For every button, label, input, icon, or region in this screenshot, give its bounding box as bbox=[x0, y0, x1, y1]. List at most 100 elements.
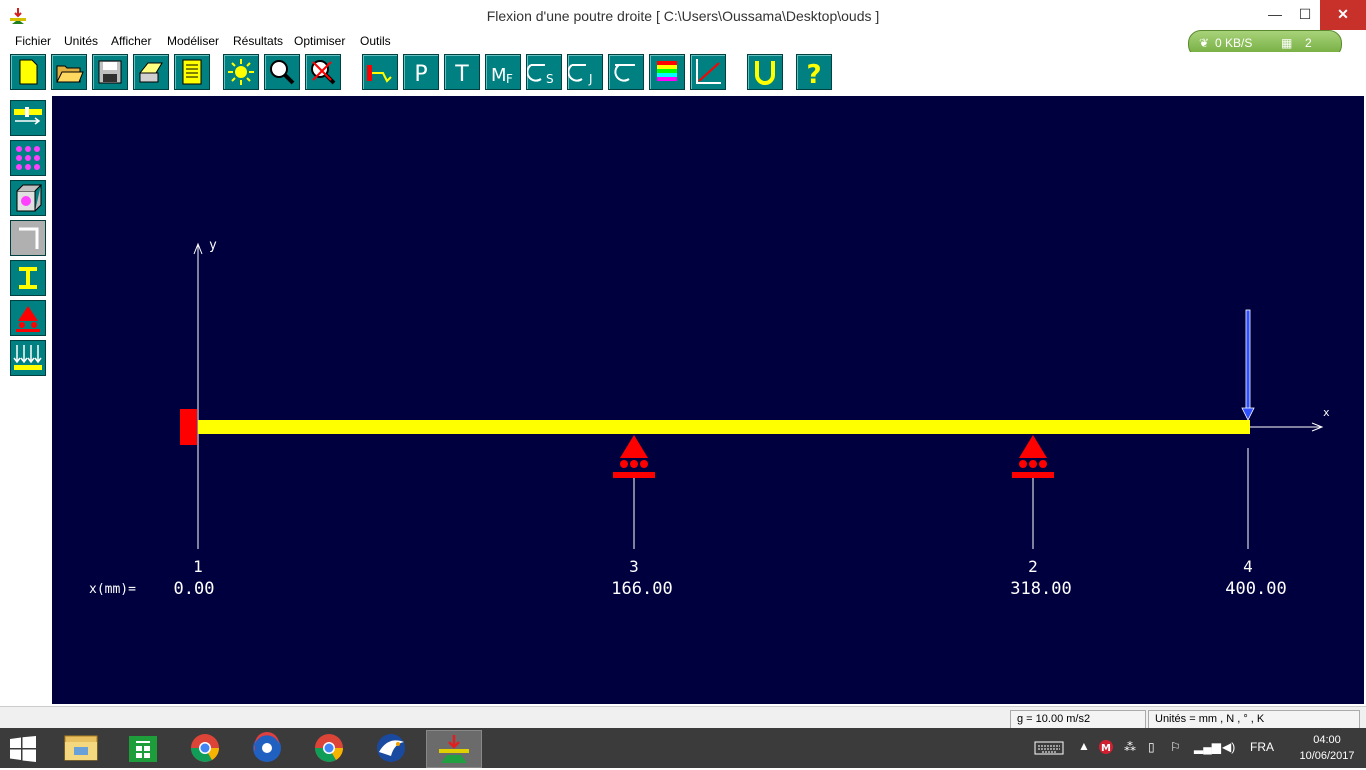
y-axis-label: y bbox=[209, 238, 217, 253]
menu-resultats[interactable]: Résultats bbox=[233, 34, 283, 48]
i-section-button[interactable] bbox=[10, 260, 46, 296]
taskbar: ▲ M ⁂ ▯ ⚐ ▂▄▆ ◀) FRA 04:00 10/06/2017 bbox=[0, 728, 1366, 768]
open-button[interactable] bbox=[51, 54, 87, 90]
profile-button[interactable] bbox=[10, 220, 46, 256]
svg-text:F: F bbox=[506, 72, 513, 86]
menu-outils[interactable]: Outils bbox=[360, 34, 391, 48]
chrome-app-2[interactable] bbox=[302, 730, 356, 766]
new-file-icon bbox=[19, 59, 38, 85]
rdm-flexion-app[interactable] bbox=[426, 730, 482, 768]
sigma-icon bbox=[614, 64, 635, 82]
beam-geometry-button[interactable] bbox=[10, 100, 46, 136]
beam-geometry-icon bbox=[14, 107, 42, 125]
xy-plot-icon bbox=[696, 59, 721, 84]
support-icon bbox=[16, 306, 40, 332]
units-status: Unités = mm , N , ° , K bbox=[1148, 710, 1360, 729]
leaf-icon: ❦ bbox=[1199, 36, 1210, 50]
menu-afficher[interactable]: Afficher bbox=[111, 34, 151, 48]
xy-plot-button[interactable] bbox=[690, 54, 726, 90]
section-button[interactable] bbox=[10, 180, 46, 216]
clock-date: 10/06/2017 bbox=[1299, 750, 1355, 762]
color-scale-icon bbox=[657, 61, 677, 81]
help-icon: ? bbox=[806, 60, 821, 89]
menu-unites[interactable]: Unités bbox=[64, 34, 98, 48]
store-icon bbox=[129, 736, 157, 762]
beam bbox=[198, 420, 1250, 434]
sigma-button[interactable] bbox=[608, 54, 644, 90]
eagle-app[interactable] bbox=[364, 730, 418, 766]
flag-icon[interactable]: ⚐ bbox=[1170, 740, 1181, 754]
keyboard-icon[interactable] bbox=[1034, 740, 1064, 756]
svg-text:S: S bbox=[546, 72, 554, 86]
close-button[interactable]: ✕ bbox=[1320, 0, 1366, 30]
save-button[interactable] bbox=[92, 54, 128, 90]
svg-text:M: M bbox=[491, 65, 507, 86]
maximize-button[interactable]: ☐ bbox=[1290, 0, 1320, 30]
show-hidden-icons[interactable]: ▲ bbox=[1078, 739, 1090, 753]
zoom-icon bbox=[270, 60, 295, 85]
chrome-app[interactable] bbox=[178, 730, 232, 766]
store-app[interactable] bbox=[116, 730, 170, 766]
p-button[interactable]: P bbox=[403, 54, 439, 90]
material-button[interactable] bbox=[10, 140, 46, 176]
distributed-load-button[interactable] bbox=[10, 340, 46, 376]
battery-icon[interactable]: ▯ bbox=[1148, 740, 1155, 754]
antivirus-icon[interactable]: M bbox=[1098, 739, 1114, 755]
clock[interactable]: 04:00 10/06/2017 bbox=[1292, 732, 1362, 764]
chrome-icon bbox=[315, 734, 343, 762]
save-icon bbox=[98, 60, 122, 84]
node-id: 4 bbox=[1243, 557, 1253, 576]
node-position: 400.00 bbox=[1225, 579, 1286, 599]
sun-button[interactable] bbox=[223, 54, 259, 90]
roller-support-node-2 bbox=[1012, 435, 1054, 478]
sigma-s-button[interactable]: S bbox=[526, 54, 562, 90]
report-icon bbox=[182, 59, 202, 85]
help-button[interactable]: ? bbox=[796, 54, 832, 90]
svg-text:?: ? bbox=[806, 60, 821, 89]
node-id: 3 bbox=[629, 557, 639, 576]
mf-button[interactable]: MF bbox=[485, 54, 521, 90]
x-position-prefix: x(mm)= bbox=[89, 582, 136, 597]
beam-app-icon bbox=[439, 735, 469, 763]
print-button[interactable] bbox=[133, 54, 169, 90]
t-letter-icon: T bbox=[454, 62, 469, 87]
network-tray-icon[interactable]: ⁂ bbox=[1124, 740, 1136, 754]
color-scale-button[interactable] bbox=[649, 54, 685, 90]
volume-icon[interactable]: ◀) bbox=[1222, 740, 1235, 754]
section-icon bbox=[16, 184, 43, 212]
signal-icon[interactable]: ▂▄▆ bbox=[1194, 740, 1221, 754]
node-position: 0.00 bbox=[174, 579, 215, 599]
window-title: Flexion d'une poutre droite [ C:\Users\O… bbox=[486, 8, 880, 24]
zoom-reset-icon bbox=[311, 60, 336, 85]
svg-text:T: T bbox=[454, 62, 469, 87]
menu-modeliser[interactable]: Modéliser bbox=[167, 34, 219, 48]
browser-app[interactable] bbox=[240, 730, 294, 766]
drawing-canvas[interactable]: y x 1 3 2 4 x(mm)= 0.00 166.00 318.00 40… bbox=[52, 96, 1364, 704]
menu-fichier[interactable]: Fichier bbox=[15, 34, 51, 48]
beam-load-button[interactable] bbox=[362, 54, 398, 90]
zoom-button[interactable] bbox=[264, 54, 300, 90]
windows-start-icon[interactable] bbox=[10, 736, 36, 762]
supports-button[interactable] bbox=[10, 300, 46, 336]
roller-support-node-3 bbox=[613, 435, 655, 478]
swirl-browser-icon bbox=[253, 732, 281, 762]
point-load-arrow bbox=[1241, 309, 1255, 421]
zoom-reset-button[interactable] bbox=[305, 54, 341, 90]
title-bar: Flexion d'une poutre droite [ C:\Users\O… bbox=[0, 0, 1366, 32]
x-axis-label: x bbox=[1323, 406, 1330, 419]
u-button[interactable] bbox=[747, 54, 783, 90]
new-file-button[interactable] bbox=[10, 54, 46, 90]
file-explorer-app[interactable] bbox=[54, 730, 108, 766]
profile-icon bbox=[19, 227, 39, 249]
menu-optimiser[interactable]: Optimiser bbox=[294, 34, 345, 48]
mf-letter-icon: MF bbox=[491, 65, 513, 86]
node-position: 166.00 bbox=[611, 579, 672, 599]
sigma-j-button[interactable]: J bbox=[567, 54, 603, 90]
print-icon bbox=[138, 62, 163, 83]
report-button[interactable] bbox=[174, 54, 210, 90]
minimize-button[interactable]: — bbox=[1260, 0, 1290, 30]
menu-bar: Fichier Unités Afficher Modéliser Résult… bbox=[0, 32, 1366, 50]
t-button[interactable]: T bbox=[444, 54, 480, 90]
input-language[interactable]: FRA bbox=[1250, 740, 1274, 754]
status-bar: g = 10.00 m/s2 Unités = mm , N , ° , K bbox=[0, 706, 1366, 729]
